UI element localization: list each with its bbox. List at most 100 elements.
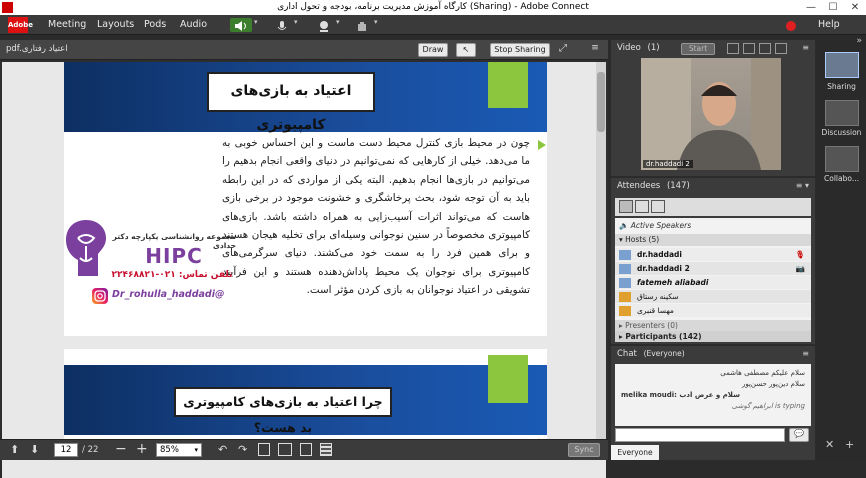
filmstrip-view-icon[interactable] [743,43,755,54]
presenters-group-header[interactable]: ▸ Presenters (0) [615,320,811,331]
document-viewport[interactable]: اعتیاد به بازی‌های کامپیوتری چون در محیط… [2,62,606,478]
pod-options-icon[interactable]: ≡ ▾ [796,181,809,190]
grid-view-icon[interactable] [727,43,739,54]
pointer-button[interactable]: ↖ [456,43,476,57]
pod-options-icon[interactable]: ≡ [588,43,602,57]
collapse-sidebar-icon[interactable]: » [856,36,862,46]
hosts-group-header[interactable]: ▾ Hosts (5) [615,234,811,246]
page-total: / 22 [82,445,99,455]
close-icon[interactable]: ✕ [844,0,866,15]
menu-help[interactable]: Help [818,18,840,32]
tools-icon[interactable]: ✕ [825,438,834,451]
zoom-out-icon[interactable]: − [115,441,127,457]
add-layout-icon[interactable]: + [845,438,854,451]
fullscreen-video-icon[interactable] [775,43,787,54]
menu-audio[interactable]: Audio [180,18,207,32]
hipc-instagram-handle: Dr_rohulla_haddadi@ [112,289,225,300]
menu-meeting[interactable]: Meeting [48,18,86,32]
scrollbar-thumb[interactable] [597,72,605,132]
pointer-icon: ↖ [462,45,470,54]
layout-collaboration-thumbnail[interactable] [825,146,859,172]
webcam-icon[interactable] [314,18,334,32]
chat-input[interactable] [615,428,785,442]
webcam-icon: 📷 [795,264,805,273]
document-scrollbar[interactable] [596,62,606,459]
chat-pod-title: Chat (Everyone) [617,349,685,359]
video-pod: Video (1) Start ≡ dr.haddadi 2 [611,40,815,176]
layout-collaboration-label[interactable]: Collabo... [817,174,866,183]
start-webcam-button[interactable]: Start [681,43,715,55]
raise-hand-icon[interactable] [352,18,372,32]
send-message-button[interactable]: 💬 [789,428,809,442]
document-filename: pdf.اعتیاد رفتاری [6,44,68,54]
hipc-brand: HIPC [145,244,203,268]
pod-options-icon[interactable]: ≡ [802,349,809,358]
share-pod-footer: ⬆ ⬇ 12 / 22 − + 85% ▾ ↶ ↷ Sync [0,439,608,460]
attendee-row[interactable]: dr.haddadi 2 📷 [615,262,811,275]
layouts-sidebar: » Sharing Discussion Collabo... ✕ + [817,36,866,460]
video-pod-title: Video (1) [617,43,660,53]
chevron-down-icon: ▾ [619,235,623,244]
slide-accent-tab [488,62,528,108]
presenter-view-icon[interactable] [759,43,771,54]
speaker-dropdown-icon[interactable]: ▾ [254,18,262,32]
pod-options-icon[interactable]: ≡ [802,43,809,52]
layout-sharing-label[interactable]: Sharing [817,82,866,91]
thumbnails-icon[interactable] [300,443,312,456]
attendee-row[interactable]: سکینه رستاق [615,290,811,303]
attendee-row[interactable]: dr.haddadi 🎙 [615,248,811,261]
rotate-left-icon[interactable]: ↶ [218,443,227,456]
microphone-icon: 🎙 [795,250,805,259]
zoom-in-icon[interactable]: + [136,441,148,457]
next-page-icon[interactable]: ⬇ [30,443,39,456]
scroll-mode-icon[interactable] [320,443,332,456]
adobe-logo: Adobe [8,17,33,33]
draw-button[interactable]: Draw [418,43,448,57]
microphone-dropdown-icon[interactable]: ▾ [294,18,302,32]
layout-discussion-label[interactable]: Discussion [817,128,866,137]
previous-page-icon[interactable]: ⬆ [10,443,19,456]
status-view-icon[interactable] [651,200,665,213]
attendee-row[interactable]: fatemeh aliabadi [615,276,811,289]
share-pod: pdf.اعتیاد رفتاری Draw ↖ Stop Sharing ⤢ … [0,40,608,478]
breakout-view-icon[interactable] [635,200,649,213]
host-icon [619,250,631,260]
participants-group-header[interactable]: ▸ Participants (142) [615,331,811,342]
stop-sharing-button[interactable]: Stop Sharing [490,43,550,57]
list-view-icon[interactable] [619,200,633,213]
instagram-icon [92,288,108,304]
menu-pods[interactable]: Pods [144,18,166,32]
chat-bubble-icon: 💬 [794,429,804,438]
chat-message: سلام علیکم مصطفی هاشمی [720,369,805,377]
microphone-icon[interactable] [272,18,292,32]
layout-sharing-thumbnail[interactable] [825,52,859,78]
chat-tab-everyone[interactable]: Everyone [611,445,659,460]
attendees-list: 🔈 Active Speakers ▾ Hosts (5) dr.haddadi… [615,218,811,342]
attendees-pod-title: Attendees (147) [617,181,690,191]
share-pod-header: pdf.اعتیاد رفتاری Draw ↖ Stop Sharing ⤢ … [0,40,608,60]
record-icon[interactable] [784,18,798,32]
attendees-pod: Attendees (147) ≡ ▾ 🔈 Active Speakers ▾ … [611,178,815,344]
chat-pod: Chat (Everyone) ≡ سلام علیکم مصطفی هاشمی… [611,346,815,460]
zoom-select[interactable]: 85% ▾ [156,443,202,457]
slide-title: چرا اعتیاد به بازی‌های کامپیوتری بد هست؟ [174,387,392,435]
webcam-dropdown-icon[interactable]: ▾ [336,18,344,32]
menu-bar: Adobe Meeting Layouts Pods Audio ▾ ▾ ▾ ▾… [0,15,866,35]
rotate-right-icon[interactable]: ↷ [238,443,247,456]
sync-button[interactable]: Sync [568,443,600,457]
minimize-icon[interactable]: — [800,0,822,15]
fullscreen-icon[interactable]: ⤢ [556,43,570,57]
speaker-icon[interactable] [230,18,252,32]
layout-discussion-thumbnail[interactable] [825,100,859,126]
fit-page-icon[interactable] [258,443,270,456]
typing-indicator: is typing ابراهیم گوشی [731,402,805,410]
maximize-icon[interactable]: ☐ [822,0,844,15]
attendee-row[interactable]: مهسا قنبری [615,304,811,317]
chat-messages: سلام علیکم مصطفی هاشمی سلام دین‌پور حسن‌… [615,364,811,426]
page-number-input[interactable]: 12 [54,443,78,457]
menu-layouts[interactable]: Layouts [97,18,134,32]
host-icon [619,278,631,288]
status-dropdown-icon[interactable]: ▾ [374,18,382,32]
slide-12: اعتیاد به بازی‌های کامپیوتری چون در محیط… [64,62,547,336]
fit-width-icon[interactable] [278,443,292,456]
